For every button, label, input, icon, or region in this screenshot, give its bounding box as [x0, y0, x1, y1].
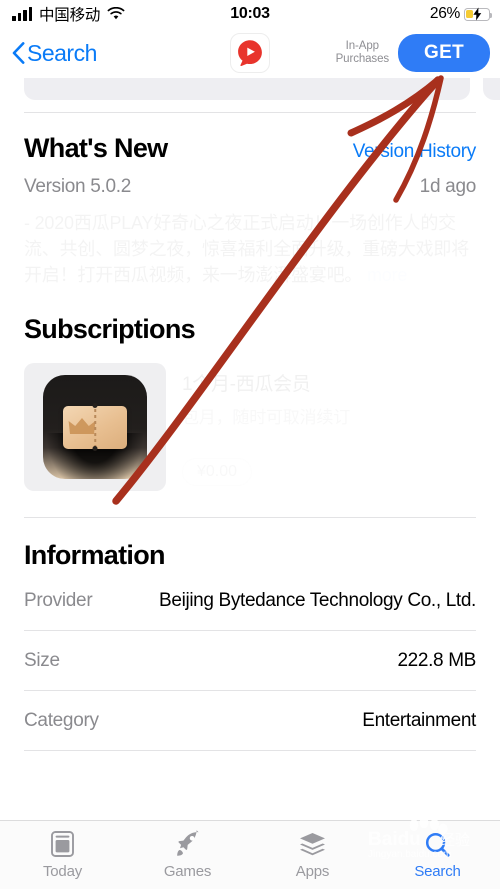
whats-new-section: What's New Version History Version 5.0.2… [0, 113, 500, 288]
tab-apps[interactable]: Apps [250, 830, 375, 880]
status-bar-left: 中国移动 [12, 3, 125, 25]
subscription-description: 包月，随时可取消续订 [182, 408, 350, 427]
in-app-purchases-label: In-App Purchases [335, 39, 390, 65]
back-button[interactable]: Search [12, 40, 97, 67]
wifi-icon [107, 7, 125, 21]
subscription-crown-ticket-icon [43, 375, 147, 479]
version-history-link[interactable]: Version History [353, 141, 477, 163]
tab-bar: Today Games Apps Search [0, 820, 500, 889]
whats-new-description: - 2020西瓜PLAY好奇心之夜正式启动！一场创作人的交流、共创、圆梦之夜，惊… [24, 210, 476, 288]
subscription-icon-tile [24, 363, 166, 491]
information-row: Provider Beijing Bytedance Technology Co… [24, 571, 476, 631]
magnifier-icon [424, 830, 451, 858]
get-button[interactable]: GET [398, 34, 490, 72]
subscriptions-title: Subscriptions [24, 314, 196, 344]
information-key: Size [24, 650, 60, 671]
more-link[interactable]: more [367, 265, 407, 285]
subscription-price[interactable]: ¥0.00 [182, 458, 253, 486]
today-card-icon [50, 830, 75, 858]
tab-apps-label: Apps [295, 863, 330, 880]
navigation-bar: Search In-App Purchases GET [0, 28, 500, 78]
information-key: Category [24, 710, 99, 731]
status-bar: 中国移动 10:03 26% [0, 0, 500, 28]
stack-layers-icon [299, 830, 326, 858]
back-button-label: Search [27, 39, 97, 66]
screenshots-strip[interactable] [0, 78, 500, 112]
information-row: Category Entertainment [24, 691, 476, 751]
chevron-left-icon [12, 42, 25, 64]
tab-search[interactable]: Search [375, 830, 500, 880]
tab-today[interactable]: Today [0, 830, 125, 880]
app-icon-watermelon-video [230, 33, 270, 73]
subscription-list-item[interactable]: 1个月-西瓜会员 包月，随时可取消续订 ¥0.00 [24, 363, 476, 491]
tab-games[interactable]: Games [125, 830, 250, 880]
lightning-bolt-icon [473, 7, 482, 21]
tab-search-label: Search [414, 863, 461, 880]
tab-games-label: Games [163, 863, 212, 880]
information-value: Beijing Bytedance Technology Co., Ltd. [159, 590, 476, 611]
version-row: Version 5.0.2 1d ago [24, 176, 476, 198]
subscription-name: 1个月-西瓜会员 [182, 374, 311, 395]
whats-new-title: What's New [24, 133, 168, 163]
information-key: Provider [24, 590, 93, 611]
version-label: Version 5.0.2 [24, 176, 132, 197]
whats-new-header: What's New Version History [24, 113, 476, 164]
battery-charging-icon [464, 7, 493, 21]
information-title: Information [24, 540, 165, 570]
information-row: Size 222.8 MB [24, 631, 476, 691]
crown-icon [68, 418, 96, 434]
rocket-icon [174, 830, 201, 858]
status-bar-right: 26% [429, 5, 493, 23]
subscriptions-section: Subscriptions 1个月-西瓜会员 包月，随时可取消续订 ¥0.00 [0, 288, 500, 491]
tab-today-label: Today [42, 863, 83, 880]
screenshot-card[interactable] [24, 78, 470, 100]
app-detail-scroll-view[interactable]: What's New Version History Version 5.0.2… [0, 78, 500, 751]
battery-percent-label: 26% [429, 5, 460, 22]
version-updated-label: 1d ago [419, 176, 477, 197]
information-value: Entertainment [362, 710, 476, 731]
screenshot-card[interactable] [483, 78, 500, 100]
information-section: Information Provider Beijing Bytedance T… [0, 518, 500, 751]
navigation-bar-right: In-App Purchases GET [336, 34, 490, 72]
subscription-details: 1个月-西瓜会员 包月，随时可取消续订 ¥0.00 [182, 363, 350, 491]
information-value: 222.8 MB [397, 650, 476, 671]
carrier-label: 中国移动 [39, 7, 101, 24]
signal-bars-icon [12, 6, 32, 21]
